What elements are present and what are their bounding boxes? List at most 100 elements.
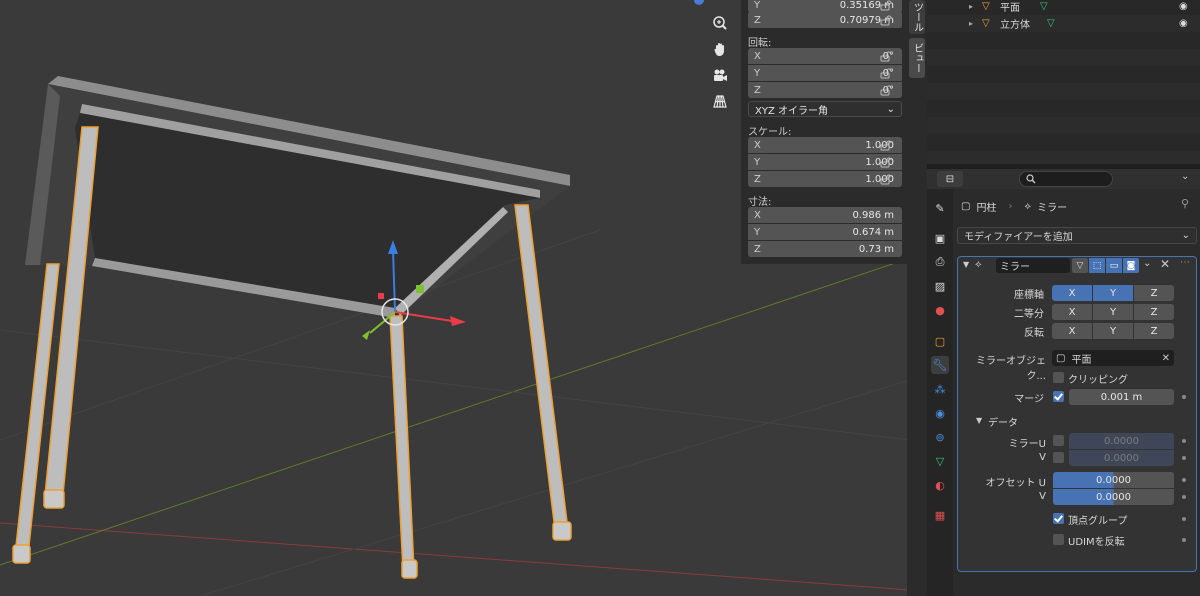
zoom-icon[interactable]: [708, 11, 732, 35]
merge-checkbox[interactable]: [1053, 391, 1064, 402]
mirror-object-field[interactable]: ▢ 平面 ✕: [1052, 350, 1174, 366]
flip-udim-checkbox[interactable]: [1053, 534, 1064, 545]
object-tab-icon[interactable]: ▢: [931, 332, 949, 350]
collapse-arrow-icon[interactable]: ▼: [963, 260, 969, 269]
scene-tab-icon[interactable]: ●: [931, 301, 949, 319]
scale-x-field[interactable]: X 1.000: [748, 137, 902, 153]
edit-mode-icon[interactable]: ⬚: [1089, 258, 1105, 273]
offset-u-slider[interactable]: 0.0000: [1053, 472, 1174, 488]
tab-view[interactable]: ビュー: [909, 38, 925, 78]
mirror-u-checkbox[interactable]: [1053, 435, 1064, 446]
tab-tool[interactable]: ツール: [909, 0, 925, 34]
rotation-mode-select[interactable]: XYZ オイラー角 ⌄: [748, 101, 902, 117]
mirror-v-checkbox[interactable]: [1053, 452, 1064, 463]
tool-tab-icon[interactable]: ✎: [931, 199, 949, 217]
expand-arrow-icon[interactable]: ▸: [969, 2, 973, 11]
eye-icon[interactable]: ◉: [1179, 18, 1188, 29]
search-input[interactable]: [1019, 171, 1113, 187]
table-top[interactable]: [25, 76, 570, 318]
table-leg-front-right[interactable]: [389, 315, 418, 579]
physics-tab-icon[interactable]: ◉: [931, 404, 949, 422]
chevron-down-icon[interactable]: ⌄: [1143, 258, 1151, 269]
editor-type-button[interactable]: ⊟: [937, 171, 963, 187]
keyframe-dot[interactable]: [1182, 538, 1186, 542]
edit-cage-icon[interactable]: ▽: [1072, 258, 1088, 273]
offset-v-slider[interactable]: 0.0000: [1053, 489, 1174, 505]
rotation-x-field[interactable]: X 0°: [748, 48, 902, 64]
bisect-y-toggle[interactable]: Y: [1093, 304, 1133, 320]
collapse-arrow-icon[interactable]: ▼: [976, 416, 982, 425]
mirror-u-field[interactable]: 0.0000: [1069, 433, 1174, 449]
keyframe-dot[interactable]: [1182, 478, 1186, 482]
close-icon[interactable]: ✕: [1160, 257, 1170, 271]
pan-hand-icon[interactable]: [708, 37, 732, 61]
flip-y-toggle[interactable]: Y: [1093, 323, 1133, 339]
dimensions-z-field[interactable]: Z 0.73 m: [748, 241, 902, 257]
modifier-tab-wrench-icon[interactable]: 🔧︎: [931, 356, 949, 374]
properties-main: ▢ 円柱 › ⟡ ミラー ⚲ モディファイアーを追加 ⌄ ▼ ⟡ ミラー ▽ ⬚…: [953, 189, 1200, 596]
flip-x-toggle[interactable]: X: [1052, 323, 1092, 339]
lock-icon[interactable]: [880, 85, 894, 97]
bisect-x-toggle[interactable]: X: [1052, 304, 1092, 320]
texture-tab-icon[interactable]: ▦: [931, 506, 949, 524]
scale-z-field[interactable]: Z 1.000: [748, 171, 902, 187]
axis-y-toggle[interactable]: Y: [1093, 285, 1133, 301]
constraints-tab-icon[interactable]: ⊚: [931, 428, 949, 446]
expand-arrow-icon[interactable]: ▸: [969, 19, 973, 28]
lock-icon[interactable]: [880, 68, 894, 80]
drag-handle-icon[interactable]: ⋯: [1180, 257, 1190, 268]
dimensions-y-field[interactable]: Y 0.674 m: [748, 224, 902, 240]
pin-icon[interactable]: ⚲: [1181, 197, 1189, 210]
output-tab-icon[interactable]: ⎙: [931, 253, 949, 271]
axis-x-toggle[interactable]: X: [1052, 285, 1092, 301]
perspective-grid-icon[interactable]: [708, 89, 732, 113]
outliner-item-plane[interactable]: ▸ ▽ 平面 ▽ ◉: [927, 0, 1200, 15]
modifier-name-input[interactable]: ミラー: [996, 258, 1070, 273]
dimensions-x-field[interactable]: X 0.986 m: [748, 207, 902, 223]
table-leg-back-right[interactable]: [514, 204, 572, 541]
keyframe-dot[interactable]: [1182, 456, 1186, 460]
keyframe-dot[interactable]: [1182, 495, 1186, 499]
outliner-item-cube[interactable]: ▸ ▽ 立方体 ▽ ◉: [927, 15, 1200, 32]
eye-icon[interactable]: ◉: [1179, 1, 1188, 12]
render-camera-icon[interactable]: ◙: [1123, 258, 1139, 273]
clear-icon[interactable]: ✕: [1162, 353, 1170, 364]
viewport-display-icon[interactable]: ▭: [1106, 258, 1122, 273]
particles-tab-icon[interactable]: ⁂: [931, 380, 949, 398]
lock-icon[interactable]: [880, 140, 894, 152]
vertex-groups-checkbox[interactable]: [1053, 513, 1064, 524]
keyframe-dot[interactable]: [1182, 395, 1186, 399]
chevron-down-icon: ⌄: [886, 103, 895, 115]
axis-z-toggle[interactable]: Z: [1134, 285, 1174, 301]
camera-icon[interactable]: [708, 63, 732, 87]
3d-viewport[interactable]: Y 0.35169 m Z 0.70979 m 回転: X 0° Y 0° Z 0° XY…: [0, 0, 910, 596]
view-layer-tab-icon[interactable]: ▨: [931, 277, 949, 295]
rotation-z-field[interactable]: Z 0°: [748, 82, 902, 98]
keyframe-dot[interactable]: [1182, 517, 1186, 521]
flip-z-toggle[interactable]: Z: [1134, 323, 1174, 339]
mesh-data-icon[interactable]: ▽: [1047, 18, 1055, 29]
bisect-z-toggle[interactable]: Z: [1134, 304, 1174, 320]
render-tab-icon[interactable]: ▣: [931, 229, 949, 247]
properties-tabs: ✎ ▣ ⎙ ▨ ● ▢ 🔧︎ ⁂ ◉ ⊚ ▽ ◐ ▦: [927, 189, 953, 596]
lock-icon[interactable]: [880, 174, 894, 186]
lock-icon[interactable]: [880, 15, 894, 27]
lock-icon[interactable]: [880, 51, 894, 63]
mirror-v-field[interactable]: 0.0000: [1069, 450, 1174, 466]
rotation-y-field[interactable]: Y 0°: [748, 65, 902, 81]
data-tab-icon[interactable]: ▽: [931, 452, 949, 470]
material-tab-icon[interactable]: ◐: [931, 476, 949, 494]
add-modifier-dropdown[interactable]: モディファイアーを追加 ⌄: [957, 227, 1197, 244]
scale-y-field[interactable]: Y 1.000: [748, 154, 902, 170]
chevron-down-icon[interactable]: ⌄: [1181, 171, 1197, 187]
lock-icon[interactable]: [880, 0, 894, 12]
keyframe-dot[interactable]: [1182, 439, 1186, 443]
y-axis-line: [0, 257, 910, 566]
merge-distance-field[interactable]: 0.001 m: [1069, 389, 1174, 405]
mesh-data-icon[interactable]: ▽: [1040, 1, 1048, 12]
location-z-field[interactable]: Z 0.70979 m: [748, 12, 902, 28]
clipping-checkbox[interactable]: [1053, 372, 1064, 383]
sidebar-tabs: ツール ビュー: [907, 0, 927, 596]
table-leg-front-left[interactable]: [12, 263, 60, 564]
lock-icon[interactable]: [880, 157, 894, 169]
